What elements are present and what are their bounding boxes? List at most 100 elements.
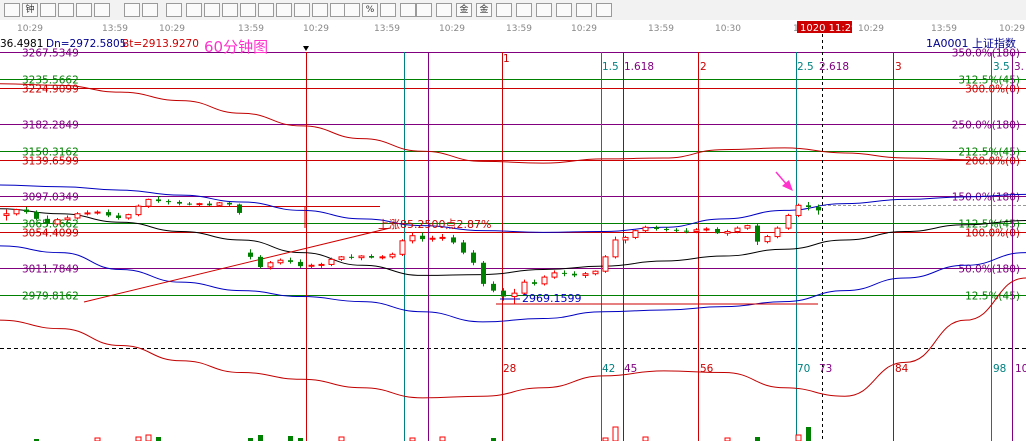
candle-body (551, 272, 558, 278)
percent-icon[interactable]: 金 (476, 3, 492, 17)
candle-body (674, 229, 679, 231)
candle-body (379, 256, 386, 259)
tower-icon[interactable] (76, 3, 92, 17)
candle-body (318, 263, 325, 266)
tool-icon[interactable] (276, 3, 292, 17)
candle-body (582, 273, 589, 276)
candle-body (399, 240, 406, 255)
candle-body (664, 228, 669, 230)
fib-ratio-label: 1.618 (624, 61, 654, 73)
time-axis-label: 10:29 (159, 24, 185, 34)
rise-annotation: 上涨85.2500点2.87% (378, 218, 491, 231)
ohlc-icon[interactable] (416, 3, 432, 17)
price-pct-label: 100.0%(0) (965, 228, 1020, 240)
fib-ratio-label: 2.618 (819, 61, 849, 73)
candle-body (106, 212, 111, 216)
price-level-label: 3182.2849 (22, 120, 79, 132)
ohlc-icon[interactable] (124, 3, 140, 17)
percent-icon[interactable] (186, 3, 202, 17)
candle-body (248, 252, 253, 257)
candle-body (45, 218, 50, 224)
left-arrow-icon[interactable] (4, 3, 20, 17)
indicator-bands (0, 83, 1026, 399)
time-axis-label: 13:59 (506, 24, 532, 34)
candle-body (409, 235, 416, 242)
candle-body (74, 213, 81, 219)
price-level-label: 2979.8162 (22, 291, 79, 303)
fib-count-label: 45 (624, 363, 637, 375)
candle-body (654, 227, 659, 229)
symbol-label: 1A0001 上证指数 (926, 36, 1016, 50)
grid-icon[interactable] (344, 3, 360, 17)
coin-icon[interactable] (536, 3, 552, 17)
candle-body (642, 226, 649, 232)
candle-body (389, 253, 396, 258)
volume-bar (806, 427, 811, 441)
fib-ratio-label: 3 (895, 61, 902, 73)
price-pct-label: 250.0%(180) (952, 120, 1020, 132)
chart-icon[interactable] (596, 3, 612, 17)
info-value: Bt=2913.9270 (122, 38, 199, 50)
candle-body (298, 261, 303, 267)
candle-body (764, 236, 771, 243)
volume-bar (288, 436, 293, 441)
money-icon[interactable] (222, 3, 238, 17)
candle-body (227, 202, 232, 205)
candle-icon[interactable] (94, 3, 110, 17)
line-icon[interactable] (436, 3, 452, 17)
candle-body (592, 270, 599, 275)
volume-bar (156, 437, 161, 441)
volume-bar (135, 436, 142, 441)
candle-body (177, 201, 182, 204)
candle-body (703, 228, 710, 231)
volume-bar (755, 437, 760, 441)
candle-body (369, 255, 374, 258)
fib-price-levels: 3267.5349 350.0%(180)3235.5662 312.5%(45)3… (0, 48, 1026, 349)
bar-icon[interactable] (58, 3, 74, 17)
candle-body (196, 203, 203, 206)
upper-blue-band-line (0, 184, 1026, 233)
candle-body (308, 264, 315, 267)
low-annotation: 2969.1599 (522, 292, 582, 305)
restore-icon[interactable]: 钟 (22, 3, 38, 17)
grid-icon[interactable] (40, 3, 56, 17)
fib-count-label: 73 (819, 363, 832, 375)
volume-bar (439, 436, 446, 441)
candle-body (277, 259, 284, 264)
candle-body (166, 201, 171, 203)
candle-body (562, 272, 567, 274)
drawing-icon[interactable] (166, 3, 182, 17)
candle-body (187, 203, 192, 205)
gold-icon[interactable] (496, 3, 512, 17)
time-axis-label: 13:59 (374, 24, 400, 34)
money-icon[interactable] (516, 3, 532, 17)
wave-icon[interactable] (258, 3, 274, 17)
wave-icon[interactable] (556, 3, 572, 17)
bar-icon[interactable]: % (362, 3, 378, 17)
fib-ratio-label: 1.5 (602, 61, 619, 73)
coin-icon[interactable] (240, 3, 256, 17)
fib-count-label: 84 (895, 363, 909, 375)
volume-bar (258, 435, 263, 441)
candle-icon[interactable] (400, 3, 416, 17)
left-arrow-icon[interactable] (312, 3, 328, 17)
candle-body (288, 260, 293, 262)
tool-icon[interactable] (576, 3, 592, 17)
drawing-icon[interactable]: 金 (456, 3, 472, 17)
candle-body (774, 227, 781, 238)
lower-blue-band-line (0, 245, 1026, 323)
line-icon[interactable] (142, 3, 158, 17)
tower-icon[interactable] (380, 3, 396, 17)
candle-body (156, 199, 161, 202)
candle-body (622, 236, 629, 241)
candle-body (541, 276, 548, 285)
candle-body (349, 256, 354, 258)
candle-body (94, 211, 101, 214)
volume-bars (34, 426, 811, 441)
gold-icon[interactable] (204, 3, 220, 17)
chart-icon[interactable] (294, 3, 310, 17)
candle-body (24, 209, 29, 213)
candle-body (806, 205, 811, 208)
candle-body (632, 230, 639, 238)
time-axis-label: 13:59 (648, 24, 674, 34)
